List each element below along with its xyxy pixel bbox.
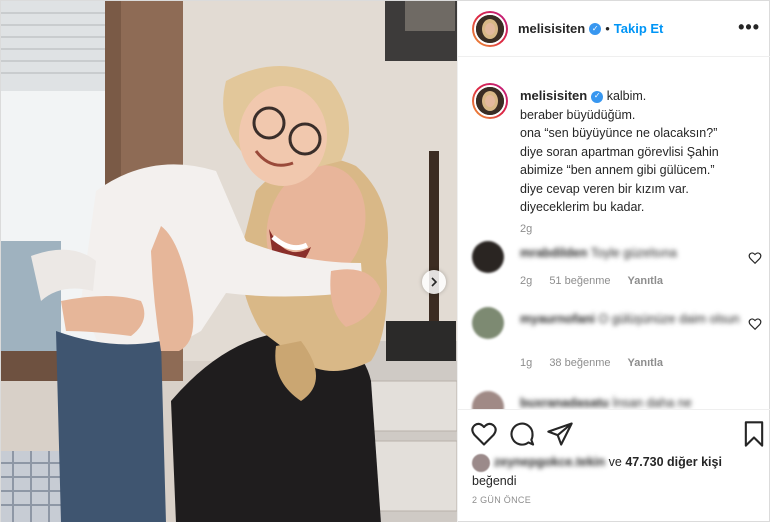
caption-text: melisisiten ✓ kalbim. beraber büyüdüğüm. …: [520, 87, 760, 217]
photo-illustration: [1, 1, 457, 522]
caption-line: diye soran apartman görevlisi Şahin: [520, 144, 719, 159]
likes-summary: zeynepgokce.tekin ve 47.730 diğer kişi b…: [472, 453, 762, 490]
commenter-username[interactable]: mrabdilden: [520, 246, 587, 260]
comment-text: mrabdilden Toyle güzelsına: [520, 245, 740, 262]
comment-time: 2g: [520, 275, 533, 287]
comment-item: buxranadasatu İnsan daha ne: [472, 391, 762, 409]
commenter-avatar[interactable]: [472, 391, 504, 409]
header-separator: •: [605, 21, 610, 36]
author-avatar[interactable]: [472, 10, 508, 47]
heart-icon[interactable]: [470, 420, 498, 448]
commenter-avatar[interactable]: [472, 241, 504, 273]
comments-section[interactable]: melisisiten ✓ kalbim. beraber büyüdüğüm. …: [458, 57, 770, 409]
paper-plane-icon[interactable]: [546, 420, 574, 448]
caption-line: abimize “ben annem gibi gülücem.”: [520, 163, 715, 177]
likes-count[interactable]: 47.730 diğer kişi: [625, 455, 722, 469]
instagram-post: melisisiten ✓ • Takip Et ••• melisisiten…: [0, 0, 770, 522]
caption-timestamp: 2g: [520, 223, 533, 235]
comment-text: buxranadasatu İnsan daha ne: [520, 395, 740, 409]
post-photo[interactable]: [1, 1, 457, 522]
carousel-next-button[interactable]: [422, 270, 446, 294]
comment-heart-icon[interactable]: [748, 317, 762, 331]
caption-line: ona “sen büyüyünce ne olacaksın?”: [520, 126, 718, 140]
verified-badge-icon: ✓: [591, 90, 604, 103]
comment-item: myaurnofani O gülüşünüze daim olsun 1g 3…: [472, 307, 762, 369]
liker-avatar[interactable]: [472, 453, 490, 472]
comment-bubble-icon[interactable]: [508, 420, 536, 448]
comment-item: mrabdilden Toyle güzelsına 2g 51 beğenme…: [472, 241, 762, 301]
comment-time: 1g: [520, 357, 533, 369]
caption-line: diye cevap veren bir kızım var.: [520, 181, 689, 196]
comment-likes[interactable]: 38 beğenme: [549, 357, 610, 369]
verified-badge-icon: ✓: [589, 22, 602, 35]
commenter-username[interactable]: myaurnofani: [520, 312, 595, 326]
comment-body: O gülüşünüze daim olsun: [598, 312, 740, 326]
comment-heart-icon[interactable]: [748, 251, 762, 265]
caption-line: kalbim.: [606, 89, 647, 103]
likes-connector: ve: [608, 455, 622, 469]
comment-meta: 2g 51 beğenme Yanıtla: [520, 275, 677, 287]
post-actions-bar: [458, 409, 770, 457]
likes-suffix: beğendi: [472, 473, 517, 488]
avatar-image: [476, 14, 504, 43]
commenter-avatar[interactable]: [472, 307, 504, 339]
chevron-right-icon: [431, 277, 438, 287]
caption-line: beraber büyüdüğüm.: [520, 107, 636, 122]
bookmark-icon[interactable]: [740, 420, 768, 448]
reply-button[interactable]: Yanıtla: [628, 357, 663, 369]
comment-likes[interactable]: 51 beğenme: [549, 275, 610, 287]
more-options-icon[interactable]: •••: [738, 17, 760, 38]
reply-button[interactable]: Yanıtla: [628, 275, 663, 287]
comment-body: Toyle güzelsına: [590, 246, 677, 260]
follow-button[interactable]: Takip Et: [614, 21, 664, 36]
post-side-panel: melisisiten ✓ • Takip Et ••• melisisiten…: [457, 1, 770, 522]
post-header: melisisiten ✓ • Takip Et •••: [458, 1, 770, 57]
avatar-image: [476, 87, 504, 115]
caption-line: diyeceklerim bu kadar.: [520, 200, 645, 214]
caption-avatar[interactable]: [472, 83, 508, 119]
comment-text: myaurnofani O gülüşünüze daim olsun: [520, 311, 740, 328]
author-username[interactable]: melisisiten: [518, 21, 585, 36]
caption-username[interactable]: melisisiten: [520, 88, 587, 103]
comment-body: İnsan daha ne: [612, 396, 692, 409]
comment-meta: 1g 38 beğenme Yanıtla: [520, 357, 677, 369]
commenter-username[interactable]: buxranadasatu: [520, 396, 609, 409]
post-timestamp[interactable]: 2 GÜN ÖNCE: [472, 495, 531, 505]
liker-username[interactable]: zeynepgokce.tekin: [494, 455, 605, 469]
